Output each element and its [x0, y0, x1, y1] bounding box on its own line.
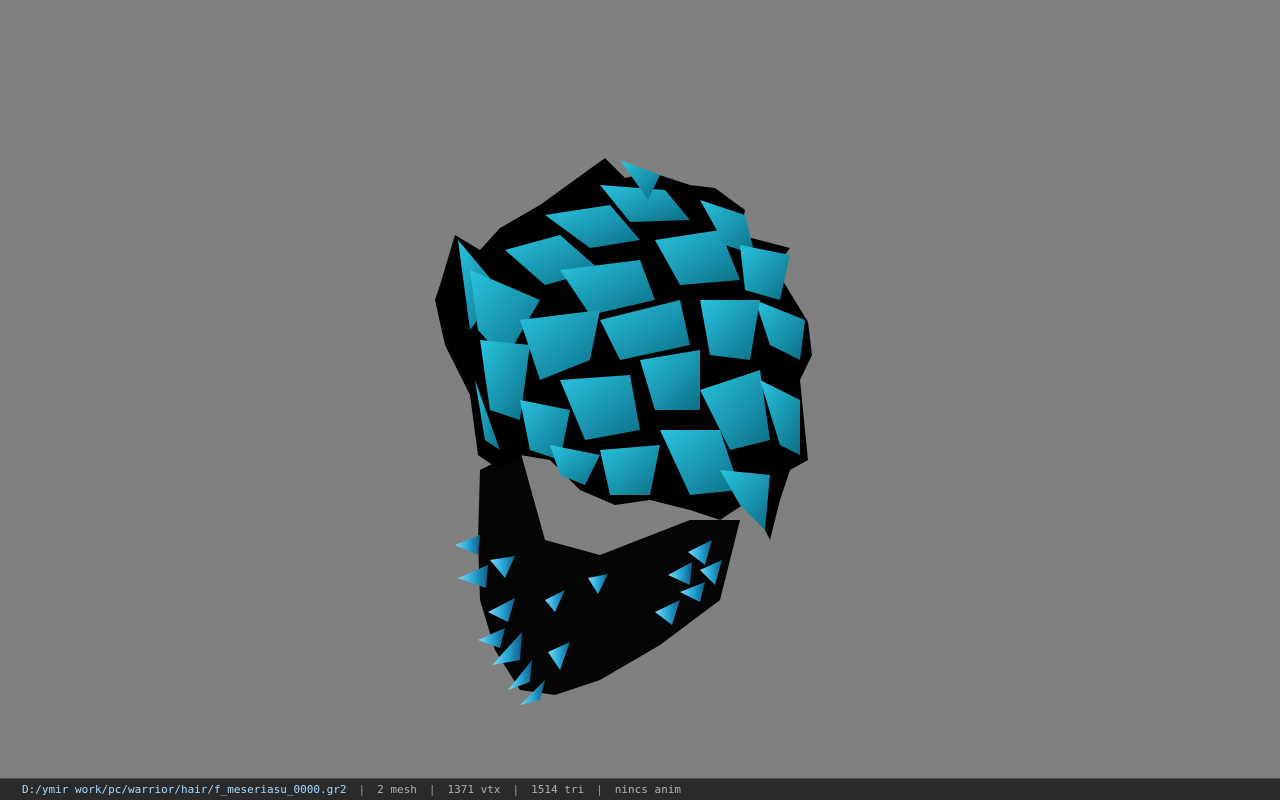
3d-viewport[interactable]: [0, 0, 1280, 778]
status-separator: |: [596, 783, 603, 796]
file-path: D:/ymir work/pc/warrior/hair/f_meseriasu…: [22, 783, 347, 796]
status-separator: |: [512, 783, 520, 796]
vertex-count: 1371 vtx: [447, 783, 501, 796]
animation-status: nincs anim: [614, 783, 681, 796]
status-separator: |: [428, 783, 436, 796]
mesh-count: 2 mesh: [377, 783, 417, 796]
hair-model-render[interactable]: [0, 0, 1280, 778]
triangle-count: 1514 tri: [531, 783, 585, 796]
status-bar: D:/ymir work/pc/warrior/hair/f_meseriasu…: [0, 778, 1280, 800]
status-separator: |: [358, 783, 366, 796]
